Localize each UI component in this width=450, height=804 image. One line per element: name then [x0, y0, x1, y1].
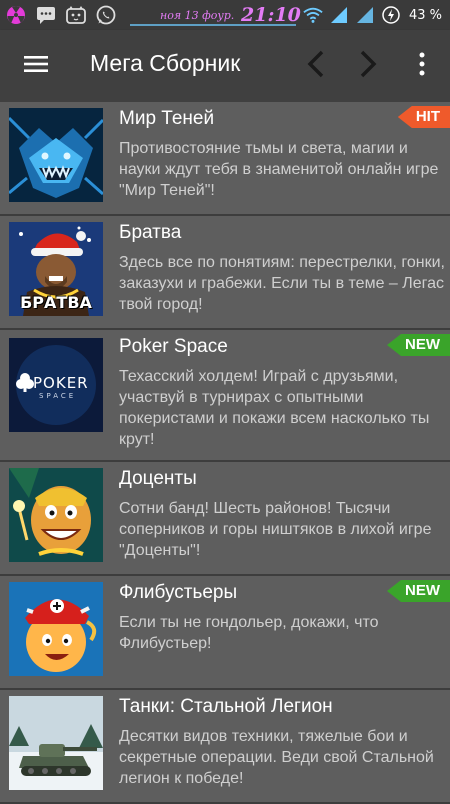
overflow-menu-button[interactable]	[404, 30, 440, 102]
battery-charging-icon	[381, 5, 401, 25]
game-description: Техасский холдем! Играй с друзьями, учас…	[119, 368, 430, 448]
game-thumbnail: БРАТВА	[9, 222, 103, 316]
status-date: ноя 13 фоур.	[160, 9, 235, 22]
signal-icon-2	[355, 5, 375, 25]
game-description: Противостояние тьмы и света, магии и нау…	[119, 140, 439, 199]
radiation-icon	[6, 5, 26, 25]
app-toolbar: Мега Сборник	[0, 30, 450, 102]
game-description: Десятки видов техники, тяжелые бои и сек…	[119, 728, 434, 787]
list-item-flibustiery[interactable]: Флибустьеры Если ты не гондольер, докажи…	[0, 576, 450, 690]
game-thumbnail	[9, 696, 103, 790]
thumb-logo-subtext: SPACE	[39, 392, 77, 400]
more-vertical-icon	[418, 52, 426, 80]
whatsapp-icon	[96, 5, 116, 25]
game-title: Танки: Стальной Легион	[119, 696, 333, 717]
game-description: Если ты не гондольер, докажи, что Флибус…	[119, 614, 379, 652]
status-time: 21:10	[241, 4, 301, 26]
game-description: Здесь все по понятиям: перестрелки, гонк…	[119, 254, 445, 313]
list-item-tanki[interactable]: Танки: Стальной Легион Десятки видов тех…	[0, 690, 450, 804]
thumb-caption: БРАТВА	[20, 293, 92, 312]
game-title: Доценты	[119, 468, 197, 489]
game-description: Сотни банд! Шесть районов! Тысячи соперн…	[119, 500, 432, 559]
game-thumbnail: POKER SPACE	[9, 338, 103, 432]
menu-button[interactable]	[14, 30, 58, 102]
message-icon	[36, 5, 56, 25]
thumb-logo-text: POKER	[33, 374, 89, 392]
wifi-icon	[303, 5, 323, 25]
game-thumbnail	[9, 468, 103, 562]
hit-badge: HIT	[397, 106, 450, 128]
chevron-right-icon	[358, 49, 378, 83]
list-item-dotsenty[interactable]: Доценты Сотни банд! Шесть районов! Тысяч…	[0, 462, 450, 576]
game-thumbnail	[9, 108, 103, 202]
page-title: Мега Сборник	[90, 50, 241, 76]
cat-app-icon	[66, 5, 86, 25]
game-title: Братва	[119, 222, 182, 243]
signal-icon-1	[329, 5, 349, 25]
next-button[interactable]	[348, 30, 388, 102]
battery-percent: 43 %	[408, 7, 442, 23]
list-item-mir-teney[interactable]: Мир Теней Противостояние тьмы и света, м…	[0, 102, 450, 216]
hamburger-icon	[23, 54, 49, 78]
game-list: Мир Теней Противостояние тьмы и света, м…	[0, 102, 450, 804]
new-badge: NEW	[387, 580, 450, 602]
list-item-bratva[interactable]: БРАТВА Братва Здесь все по понятиям: пер…	[0, 216, 450, 330]
game-title: Флибустьеры	[119, 582, 238, 603]
status-underline	[130, 24, 296, 26]
chevron-left-icon	[306, 49, 326, 83]
status-bar: ноя 13 фоур. 21:10 43 %	[0, 0, 450, 30]
game-title: Poker Space	[119, 336, 228, 357]
game-title: Мир Теней	[119, 108, 215, 129]
new-badge: NEW	[387, 334, 450, 356]
list-item-poker-space[interactable]: POKER SPACE Poker Space Техасский холдем…	[0, 330, 450, 462]
game-thumbnail	[9, 582, 103, 676]
previous-button[interactable]	[296, 30, 336, 102]
